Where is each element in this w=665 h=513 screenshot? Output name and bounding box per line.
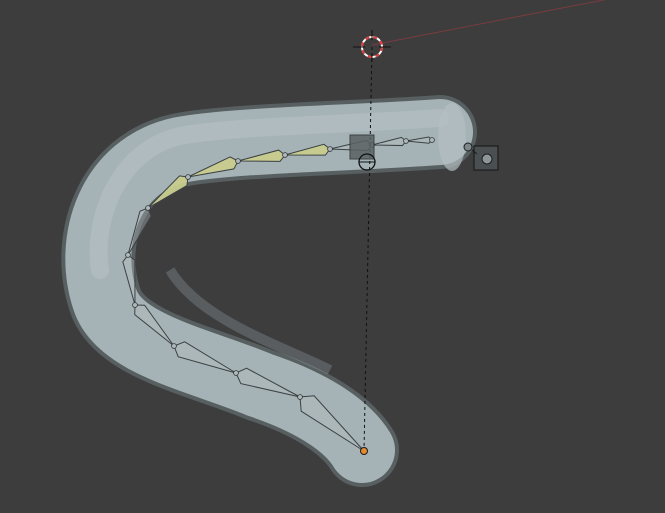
3d-viewport[interactable] [0,0,665,513]
3d-cursor-icon[interactable] [353,30,391,62]
bone-joint-2[interactable] [403,138,409,144]
camera-target-icon[interactable] [463,142,499,171]
bone-joint-5[interactable] [282,152,288,158]
viewport-canvas[interactable] [0,0,665,513]
active-bone-tip[interactable] [360,447,368,455]
bone-joint-10[interactable] [132,302,138,308]
bone-joint-7[interactable] [185,174,191,180]
tube-end-cap [438,103,466,171]
bone-joint-12[interactable] [233,370,239,376]
bone-joint-8[interactable] [145,205,151,211]
bone-joint-11[interactable] [171,343,177,349]
bone-joint-6[interactable] [235,158,241,164]
x-axis-line [371,0,606,46]
bone-joint-1[interactable] [429,137,435,143]
tube-mesh-body [65,99,473,483]
bone-joint-13[interactable] [297,394,303,400]
bone-joint-4[interactable] [327,146,333,152]
bone-joint-9[interactable] [125,252,131,258]
